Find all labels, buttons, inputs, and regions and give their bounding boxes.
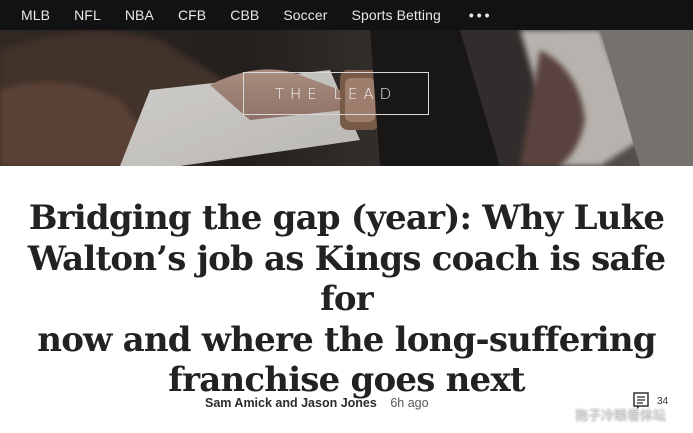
top-nav: MLB NFL NBA CFB CBB Soccer Sports Bettin… (0, 0, 693, 30)
article-headline: Bridging the gap (year): Why Luke Walton… (20, 198, 673, 401)
headline-line: Bridging the gap (year): Why Luke (28, 198, 665, 238)
author-names[interactable]: Sam Amick and Jason Jones (205, 396, 377, 410)
headline-line: Walton’s job as Kings coach is safe for (27, 238, 666, 320)
nav-item-sports-betting[interactable]: Sports Betting (352, 7, 441, 23)
nav-item-mlb[interactable]: MLB (21, 7, 50, 23)
watermark: 狍子冷眼看体坛 (575, 409, 667, 424)
nav-item-nba[interactable]: NBA (125, 7, 154, 23)
the-lead-label-box[interactable]: THE LEAD (243, 72, 429, 115)
nav-item-cfb[interactable]: CFB (178, 7, 206, 23)
nav-item-cbb[interactable]: CBB (230, 7, 259, 23)
byline: Sam Amick and Jason Jones 6h ago (205, 396, 429, 410)
headline-line: now and where the long-suffering (37, 319, 656, 360)
the-lead-label: THE LEAD (274, 84, 398, 103)
hero-image: THE LEAD (0, 30, 693, 166)
nav-item-nfl[interactable]: NFL (74, 7, 101, 23)
nav-item-soccer[interactable]: Soccer (283, 7, 327, 23)
headline-line: franchise goes next (168, 360, 525, 400)
publish-time: 6h ago (390, 396, 429, 410)
more-menu-button[interactable]: ••• (469, 7, 493, 23)
